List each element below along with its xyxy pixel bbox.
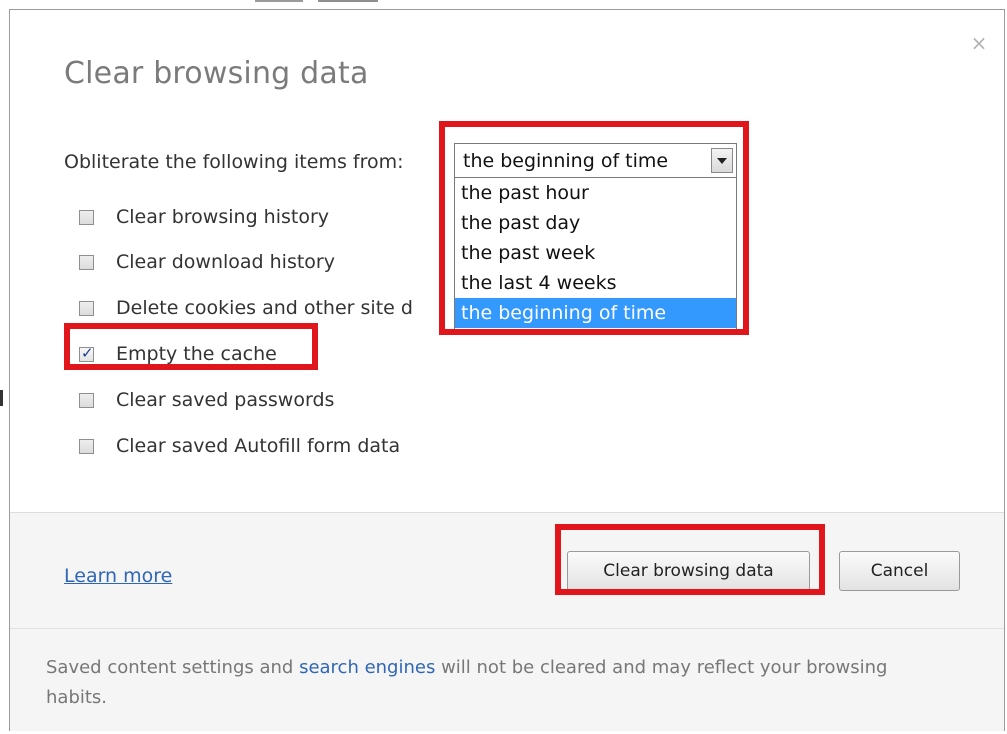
checkbox-label: Clear download history (116, 251, 335, 273)
checkbox-cookies[interactable] (79, 300, 94, 316)
time-range-selected-value: the beginning of time (463, 149, 669, 172)
footer-note-prefix: Saved content settings and (46, 657, 300, 678)
checkbox-label: Delete cookies and other site d (116, 297, 413, 319)
dialog-title: Clear browsing data (64, 56, 369, 91)
checkbox-row-autofill-data[interactable]: Clear saved Autofill form data (79, 429, 400, 463)
clear-browsing-data-dialog: × Clear browsing data Obliterate the fol… (9, 9, 1005, 731)
checkbox-row-browsing-history[interactable]: Clear browsing history (79, 200, 329, 234)
dropdown-option-past-hour[interactable]: the past hour (455, 178, 736, 208)
dropdown-arrow-button[interactable] (711, 148, 733, 173)
close-icon[interactable]: × (968, 32, 990, 54)
checkbox-label: Clear saved passwords (116, 389, 335, 411)
time-range-dropdown-list: the past hour the past day the past week… (454, 178, 737, 330)
learn-more-link[interactable]: Learn more (64, 565, 172, 587)
checkbox-row-saved-passwords[interactable]: Clear saved passwords (79, 383, 334, 417)
clear-browsing-data-button[interactable]: Clear browsing data (567, 551, 810, 591)
background-fragment (0, 390, 3, 406)
checkbox-label: Empty the cache (116, 343, 277, 365)
checkbox-label: Clear browsing history (116, 206, 330, 228)
dropdown-option-past-day[interactable]: the past day (455, 208, 736, 238)
background-fragment (255, 0, 303, 8)
checkbox-autofill-data[interactable] (79, 438, 94, 454)
checkbox-row-download-history[interactable]: Clear download history (79, 245, 335, 279)
checkbox-browsing-history[interactable] (79, 209, 94, 225)
chevron-down-icon (717, 157, 727, 164)
time-range-label: Obliterate the following items from: (64, 151, 404, 173)
footer-divider (10, 628, 1004, 629)
checkbox-row-empty-cache[interactable]: ✓ Empty the cache (79, 337, 277, 371)
time-range-row: Obliterate the following items from: (64, 147, 404, 177)
dropdown-option-last-4-weeks[interactable]: the last 4 weeks (455, 268, 736, 298)
cancel-button[interactable]: Cancel (839, 551, 960, 591)
checkbox-label: Clear saved Autofill form data (116, 435, 401, 457)
search-engines-link[interactable]: search engines (299, 657, 435, 678)
checkbox-empty-cache[interactable]: ✓ (79, 343, 94, 362)
footer-note: Saved content settings and search engine… (46, 653, 946, 713)
background-fragment (318, 0, 378, 8)
checkbox-row-cookies[interactable]: Delete cookies and other site d (79, 291, 413, 325)
dropdown-option-beginning-of-time[interactable]: the beginning of time (455, 298, 736, 328)
dropdown-option-past-week[interactable]: the past week (455, 238, 736, 268)
checkbox-download-history[interactable] (79, 254, 94, 270)
screenshot-stage: × Clear browsing data Obliterate the fol… (0, 0, 1007, 734)
time-range-select[interactable]: the beginning of time (454, 143, 737, 178)
dialog-footer: Learn more Clear browsing data Cancel Sa… (10, 512, 1004, 731)
checkmark-icon: ✓ (81, 343, 94, 362)
checkbox-saved-passwords[interactable] (79, 392, 94, 408)
